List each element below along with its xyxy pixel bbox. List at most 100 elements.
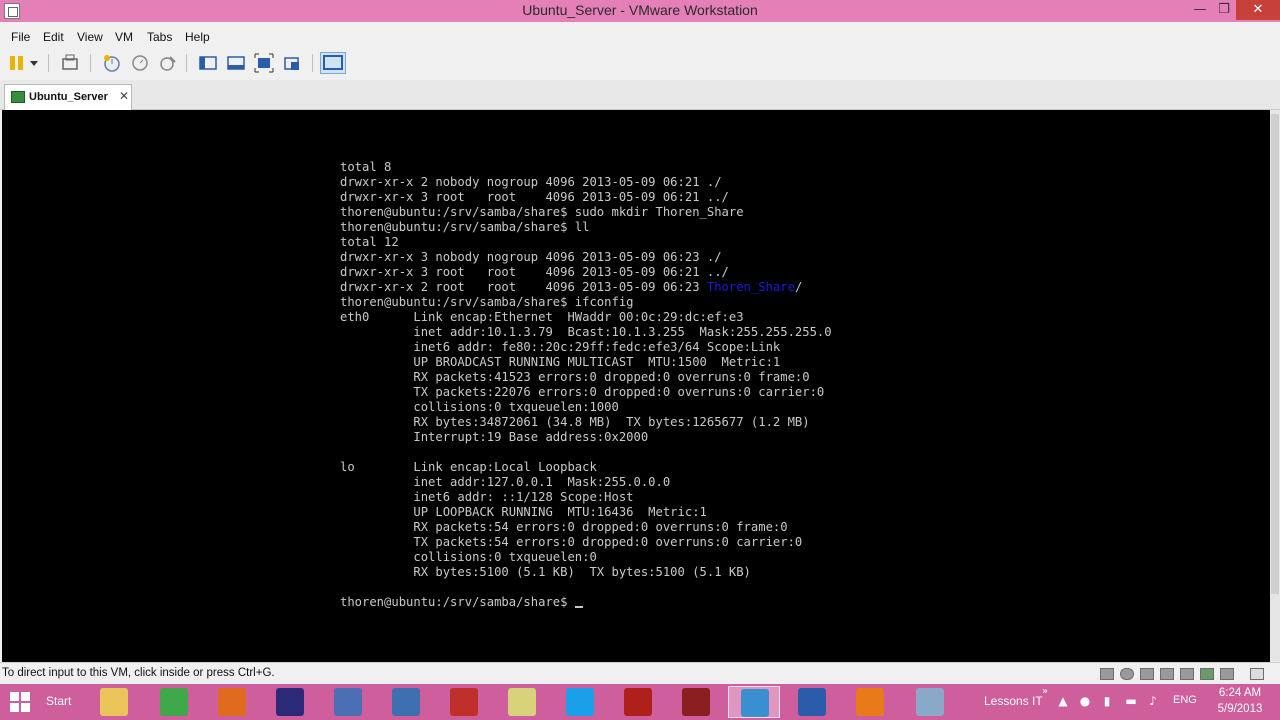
console-view-icon[interactable] [320,52,346,74]
lessons-toolbar[interactable]: Lessons IT [984,694,1043,708]
power-dropdown-icon[interactable] [28,53,40,73]
terminal-line: drwxr-xr-x 2 root root 4096 2013-05-09 0… [340,280,803,294]
terminal-line: RX bytes:34872061 (34.8 MB) TX bytes:126… [340,415,810,429]
taskbar-vmware[interactable] [728,686,780,718]
pause-icon[interactable] [8,53,28,73]
network-icon[interactable]: ▬ [1124,694,1138,708]
terminal-line: UP LOOPBACK RUNNING MTU:16436 Metric:1 [340,505,707,519]
taskbar-book-app[interactable] [670,686,722,718]
terminal-cursor [574,606,583,608]
terminal-line: Interrupt:19 Base address:0x2000 [340,430,649,444]
display-icon[interactable] [1220,668,1234,680]
cd-drive-icon[interactable] [1120,668,1134,680]
snapshot-icon[interactable] [102,53,122,73]
vertical-scrollbar[interactable] [1270,110,1280,662]
toolbar-chevron-icon[interactable]: » [1042,686,1048,697]
close-button[interactable]: ✕ [1236,0,1280,20]
send-ctrl-alt-del-icon[interactable] [60,53,80,73]
network-adapter-icon[interactable] [1160,668,1174,680]
clock-date[interactable]: 5/9/2013 [1214,703,1266,715]
hard-disk-icon[interactable] [1100,668,1114,680]
chat-icon[interactable]: ● [1078,694,1092,708]
revert-snapshot-icon[interactable] [130,53,150,73]
terminal-line: total 12 [340,235,399,249]
vm-icon [11,91,25,103]
taskbar: Start Lessons IT » ▲ ● ▮ ▬ ♪ ENG 6:24 AM… [0,684,1280,720]
terminal-line: thoren@ubuntu:/srv/samba/share$ ifconfig [340,295,634,309]
taskbar-slides-app[interactable] [904,686,956,718]
terminal-line: RX bytes:5100 (5.1 KB) TX bytes:5100 (5.… [340,565,751,579]
file-explorer-icon [100,688,128,716]
message-log-icon[interactable] [1250,668,1264,680]
terminal-line: TX packets:54 errors:0 dropped:0 overrun… [340,535,803,549]
menu-vm[interactable]: VM [115,30,133,44]
terminal-line: inet6 addr: fe80::20c:29ff:fedc:efe3/64 … [340,340,781,354]
scrollbar-thumb[interactable] [1271,114,1279,594]
tab-ubuntu-server[interactable]: Ubuntu_Server ✕ [4,84,132,110]
terminal-line: TX packets:22076 errors:0 dropped:0 over… [340,385,825,399]
show-library-icon[interactable] [198,53,218,73]
taskbar-bars-app[interactable] [438,686,490,718]
taskbar-media-player[interactable] [844,686,896,718]
menu-view[interactable]: View [77,30,103,44]
vmware-window: Ubuntu_Server - VMware Workstation — ❐ ✕… [0,0,1280,684]
floppy-icon[interactable] [1140,668,1154,680]
title-bar[interactable]: Ubuntu_Server - VMware Workstation — ❐ ✕ [0,0,1280,22]
menu-file[interactable]: File [11,30,30,44]
folder-app-icon [508,688,536,716]
battery-icon[interactable]: ▮ [1100,694,1114,708]
terminal-line: RX packets:54 errors:0 dropped:0 overrun… [340,520,788,534]
show-thumbnail-bar-icon[interactable] [226,53,246,73]
taskbar-skype[interactable] [554,686,606,718]
snapshot-manager-icon[interactable] [158,53,178,73]
eclipse-icon [276,688,304,716]
menu-edit[interactable]: Edit [43,30,64,44]
menu-bar: File Edit View VM Tabs Help [0,26,1280,48]
acrobat-icon [624,688,652,716]
taskbar-firefox[interactable] [206,686,258,718]
skype-icon [566,688,594,716]
language-indicator[interactable]: ENG [1173,694,1197,706]
taskbar-acrobat[interactable] [612,686,664,718]
menu-help[interactable]: Help [185,30,210,44]
terminal-line: inet6 addr: ::1/128 Scope:Host [340,490,634,504]
terminal-line: drwxr-xr-x 3 nobody nogroup 4096 2013-05… [340,250,722,264]
vmware-icon [741,689,769,717]
terminal-line: drwxr-xr-x 3 root root 4096 2013-05-09 0… [340,265,729,279]
terminal-line: collisions:0 txqueuelen:1000 [340,400,619,414]
taskbar-word[interactable] [786,686,838,718]
terminal-line: UP BROADCAST RUNNING MULTICAST MTU:1500 … [340,355,781,369]
status-bar: To direct input to this VM, click inside… [0,662,1280,684]
restore-button[interactable]: ❐ [1210,0,1238,20]
vm-console[interactable]: total 8 drwxr-xr-x 2 nobody nogroup 4096 … [2,110,1270,662]
unity-icon[interactable] [282,53,302,73]
sound-icon[interactable] [1200,668,1214,680]
bars-app-icon [450,688,478,716]
terminal-output: total 8 drwxr-xr-x 2 nobody nogroup 4096 … [340,160,900,610]
taskbar-eclipse[interactable] [264,686,316,718]
menu-tabs[interactable]: Tabs [147,30,172,44]
book-app-icon [682,688,710,716]
show-hidden-icons-icon[interactable]: ▲ [1056,694,1070,708]
terminal-line: drwxr-xr-x 2 nobody nogroup 4096 2013-05… [340,175,722,189]
terminal-line: total 8 [340,160,392,174]
word-icon [798,688,826,716]
start-button[interactable]: Start [0,684,84,720]
clock-time[interactable]: 6:24 AM [1214,687,1266,699]
taskbar-folder-app[interactable] [496,686,548,718]
taskbar-network-tool[interactable] [322,686,374,718]
taskbar-file-explorer[interactable] [88,686,140,718]
status-message: To direct input to this VM, click inside… [2,667,275,679]
full-screen-icon[interactable] [254,53,274,73]
printer-icon[interactable] [1180,668,1194,680]
tab-close-icon[interactable]: ✕ [119,89,129,103]
network-connect-icon [392,688,420,716]
taskbar-chrome[interactable] [148,686,200,718]
media-player-icon [856,688,884,716]
volume-icon[interactable]: ♪ [1146,694,1160,708]
firefox-icon [218,688,246,716]
taskbar-network-connect[interactable] [380,686,432,718]
terminal-line: drwxr-xr-x 3 root root 4096 2013-05-09 0… [340,190,729,204]
